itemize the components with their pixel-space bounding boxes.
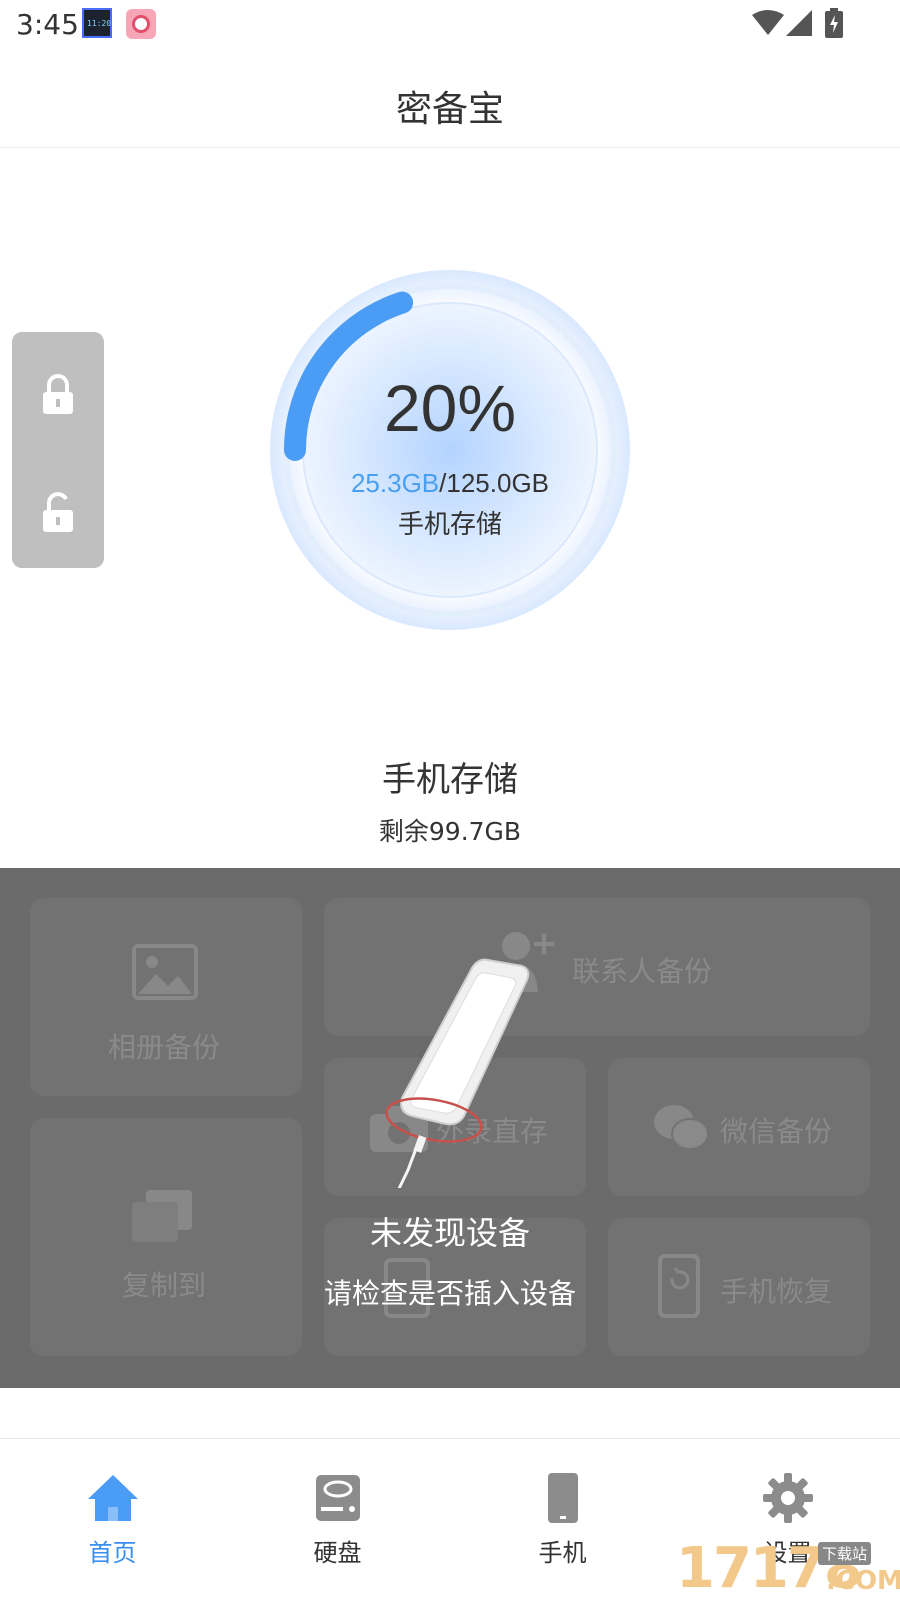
total-capacity: 125.0GB: [446, 468, 550, 498]
site-watermark: 17178 下载站 .COM: [676, 1536, 900, 1600]
nav-home-label: 首页: [88, 1539, 137, 1567]
nav-phone-label: 手机: [538, 1539, 587, 1567]
nav-disk-label: 硬盘: [313, 1539, 362, 1567]
lock-panel: [12, 332, 104, 568]
wechat-icon: [654, 1105, 709, 1150]
status-time: 3:45: [16, 8, 79, 41]
app-title: 密备宝: [395, 89, 504, 130]
watermark-subtitle: 下载站: [818, 1542, 872, 1565]
watermark-domain: .COM: [826, 1566, 900, 1596]
used-capacity: 25.3GB: [350, 468, 440, 498]
clock-app-notification-icon: 11:20: [82, 8, 112, 38]
gauge-ring: [283, 283, 617, 617]
function-grid: 相册备份 联系人备份 外录直存 微信备份 复制到 手机恢复 未发现设备 请检查是…: [0, 868, 900, 1388]
signal-icon: [786, 10, 812, 36]
unlock-icon[interactable]: [40, 490, 76, 534]
storage-title: 手机存储: [382, 760, 518, 800]
status-bar: 3:45 11:20: [0, 0, 900, 50]
usage-capacity: 25.3GB/125.0GB: [270, 468, 630, 499]
wechat-backup-label: 微信备份: [720, 1115, 833, 1148]
photo-icon: [132, 944, 198, 1000]
hard-disk-icon: [316, 1475, 360, 1521]
app-notification-icon: [126, 9, 156, 39]
nav-disk[interactable]: 硬盘: [225, 1439, 450, 1600]
gauge-label: 手机存储: [397, 510, 502, 540]
usage-percent: 20%: [383, 371, 517, 445]
no-device-title: 未发现设备: [369, 1214, 530, 1252]
lock-icon[interactable]: [40, 372, 76, 416]
wechat-backup-tile[interactable]: 微信备份: [608, 1058, 870, 1196]
photo-backup-tile[interactable]: 相册备份: [30, 898, 302, 1096]
title-bar: 密备宝: [0, 50, 900, 148]
nav-home[interactable]: 首页: [0, 1439, 225, 1600]
contact-backup-label: 联系人备份: [572, 955, 713, 988]
home-icon: [88, 1475, 138, 1521]
wifi-icon: [752, 10, 784, 35]
gear-icon: [763, 1473, 813, 1523]
battery-charging-icon: [825, 8, 843, 38]
phone-cable-illustration: [385, 958, 530, 1188]
storage-free: 剩余99.7GB: [378, 817, 522, 846]
photo-backup-label: 相册备份: [108, 1031, 221, 1064]
nav-phone[interactable]: 手机: [450, 1439, 675, 1600]
phone-icon: [548, 1473, 578, 1523]
no-device-message: 请检查是否插入设备: [323, 1277, 576, 1310]
storage-gauge: 20% 25.3GB/125.0GB 手机存储: [270, 270, 630, 630]
